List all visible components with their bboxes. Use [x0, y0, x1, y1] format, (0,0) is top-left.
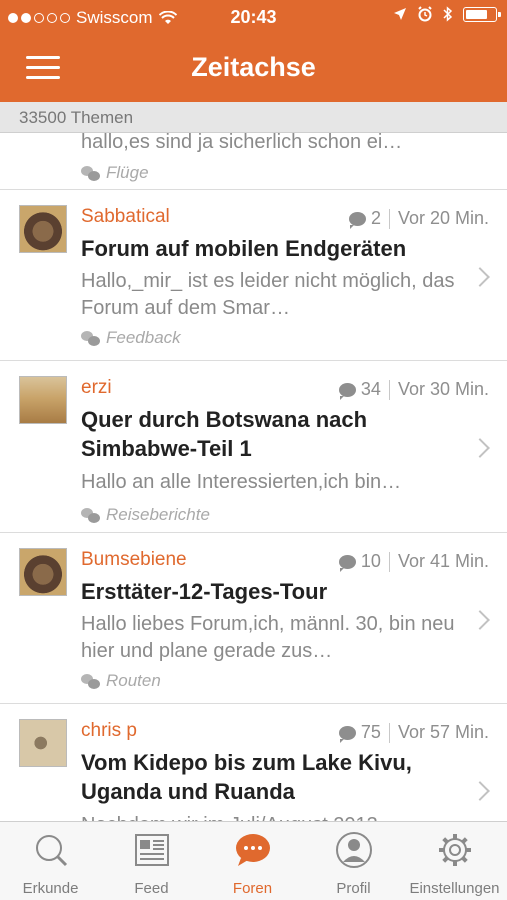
list-item[interactable]: hallo,es sind ja sicherlich schon ei… Fl…: [0, 132, 507, 190]
tab-erkunde[interactable]: Erkunde: [0, 822, 101, 900]
avatar[interactable]: [19, 719, 67, 767]
forum-label: Routen: [81, 671, 161, 691]
location-arrow-icon: [394, 8, 406, 20]
tab-profil[interactable]: Profil: [303, 822, 404, 900]
search-icon: [35, 835, 67, 867]
thread-title: Forum auf mobilen Endgeräten: [81, 236, 407, 261]
tab-einstellungen[interactable]: Einstellungen: [404, 822, 505, 900]
thread-title: Quer durch Botswana nach Simbabwe-Teil 1: [81, 407, 368, 461]
chevron-right-icon: [470, 781, 490, 801]
forum-icon: [81, 507, 100, 523]
avatar[interactable]: [19, 548, 67, 596]
chevron-right-icon: [470, 610, 490, 630]
comment-count: 10: [360, 551, 381, 571]
thread-meta: 10 Vor 41 Min.: [338, 551, 489, 572]
thread-meta: 75 Vor 57 Min.: [338, 722, 489, 743]
comment-icon: [338, 382, 356, 400]
comment-count: 75: [360, 722, 381, 742]
person-icon: [335, 832, 372, 868]
thread-excerpt: Hallo liebes Forum,ich, männl. 30, bin n…: [81, 613, 455, 662]
thread-meta: 2 Vor 20 Min.: [348, 208, 489, 229]
navigation-bar: Zeitachse: [0, 36, 507, 102]
table-row[interactable]: Sabbatical 2 Vor 20 Min. Forum auf mobil…: [0, 190, 507, 361]
timestamp: Vor 30 Min.: [397, 379, 489, 399]
thread-excerpt: Hallo an alle Interessierten,ich bin…: [81, 471, 402, 493]
forum-icon: [81, 673, 100, 689]
forum-label: Flüge: [81, 163, 149, 183]
tab-label: Einstellungen: [409, 880, 500, 897]
username[interactable]: Sabbatical: [81, 206, 170, 228]
tab-label: Foren: [232, 880, 273, 897]
avatar[interactable]: [19, 205, 67, 253]
forum-name: Reiseberichte: [106, 505, 210, 524]
table-row[interactable]: Bumsebiene 10 Vor 41 Min. Ersttäter-12-T…: [0, 533, 507, 704]
username[interactable]: chris p: [81, 720, 137, 742]
tab-bar: Erkunde Feed Foren Profil Einstellungen: [0, 821, 507, 900]
chevron-right-icon: [470, 267, 490, 287]
chevron-right-icon: [470, 438, 490, 458]
comment-icon: [338, 725, 356, 743]
tab-label: Erkunde: [22, 880, 79, 897]
page-title: Zeitachse: [191, 52, 316, 82]
chat-bubble-icon: [235, 834, 270, 866]
forum-name: Routen: [106, 671, 161, 690]
newspaper-icon: [134, 834, 169, 866]
alarm-icon: [418, 6, 432, 22]
comment-count: 34: [360, 379, 381, 399]
table-row[interactable]: erzi 34 Vor 30 Min. Quer durch Botswana …: [0, 361, 507, 533]
comment-icon: [348, 211, 366, 229]
tab-foren[interactable]: Foren: [202, 822, 303, 900]
thread-meta: 34 Vor 30 Min.: [338, 379, 489, 400]
gear-icon: [438, 834, 471, 866]
forum-name: Flüge: [106, 163, 149, 182]
thread-excerpt: Hallo,_mir_ ist es leider nicht möglich,…: [81, 270, 455, 319]
thread-excerpt: hallo,es sind ja sicherlich schon ei…: [81, 132, 403, 153]
comment-icon: [338, 554, 356, 572]
forum-icon: [81, 165, 100, 181]
timestamp: Vor 20 Min.: [397, 208, 489, 228]
avatar[interactable]: [19, 376, 67, 424]
topic-count: 33500 Themen: [19, 108, 134, 127]
topic-count-bar: 33500 Themen: [0, 102, 507, 133]
thread-list[interactable]: hallo,es sind ja sicherlich schon ei… Fl…: [0, 132, 507, 822]
timestamp: Vor 41 Min.: [397, 551, 489, 571]
thread-title: Vom Kidepo bis zum Lake Kivu, Uganda und…: [81, 750, 412, 804]
comment-count: 2: [370, 208, 381, 228]
bluetooth-icon: [443, 6, 453, 22]
thread-title: Ersttäter-12-Tages-Tour: [81, 579, 328, 604]
battery-icon: [463, 6, 501, 22]
username[interactable]: Bumsebiene: [81, 549, 187, 571]
forum-icon: [81, 330, 100, 346]
forum-label: Feedback: [81, 328, 181, 348]
tab-feed[interactable]: Feed: [101, 822, 202, 900]
timestamp: Vor 57 Min.: [397, 722, 489, 742]
forum-label: Reiseberichte: [81, 505, 210, 525]
forum-name: Feedback: [106, 328, 181, 347]
status-bar: Swisscom 20:43: [0, 0, 507, 36]
username[interactable]: erzi: [81, 377, 112, 399]
tab-label: Profil: [336, 880, 371, 897]
table-row[interactable]: chris p 75 Vor 57 Min. Vom Kidepo bis zu…: [0, 704, 507, 822]
tab-label: Feed: [134, 880, 169, 897]
